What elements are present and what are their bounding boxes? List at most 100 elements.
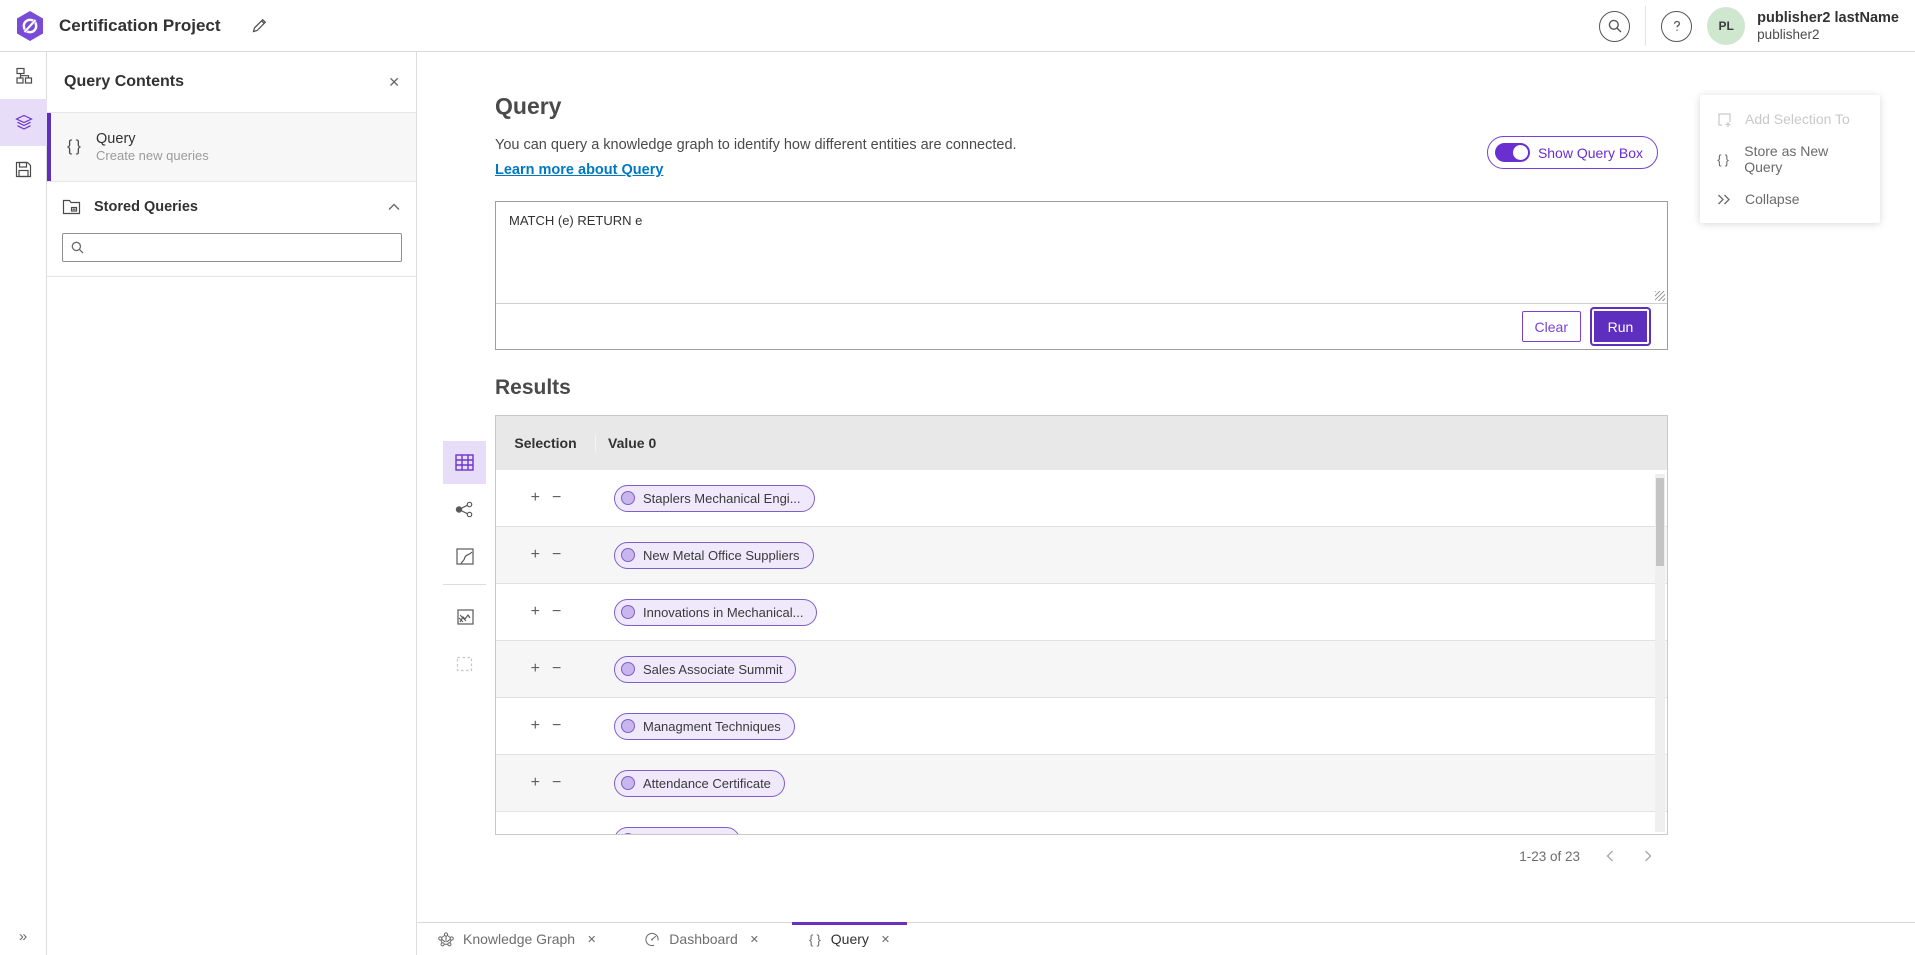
- search-icon: [1608, 19, 1622, 33]
- learn-more-link[interactable]: Learn more about Query: [495, 162, 663, 178]
- user-full-name: publisher2 lastName: [1757, 10, 1899, 27]
- search-input[interactable]: [90, 234, 401, 261]
- entity-icon: [621, 605, 635, 619]
- braces-icon: { }: [67, 138, 82, 156]
- add-selection-to-item: Add Selection To: [1700, 99, 1880, 139]
- tab-query[interactable]: { } Query ✕: [792, 923, 907, 955]
- query-box: MATCH (e) RETURN e Clear Run: [495, 201, 1668, 350]
- results-title: Results: [495, 376, 1668, 400]
- add-to-selection-button[interactable]: +: [531, 547, 540, 563]
- tab-label: Knowledge Graph: [463, 931, 575, 947]
- pagination-label: 1-23 of 23: [1519, 849, 1580, 864]
- entity-icon: [621, 719, 635, 733]
- user-menu[interactable]: publisher2 lastName publisher2: [1757, 10, 1899, 42]
- store-as-new-query-item[interactable]: { } Store as New Query: [1700, 139, 1880, 179]
- entity-label: Attendance Certificate: [643, 776, 771, 791]
- pagination: 1-23 of 23: [495, 835, 1668, 877]
- panel-close-icon[interactable]: ✕: [388, 74, 400, 91]
- remove-from-selection-button[interactable]: −: [552, 775, 561, 791]
- contents-button[interactable]: [0, 99, 47, 146]
- expand-rail-button[interactable]: »: [0, 928, 47, 945]
- tab-label: Dashboard: [669, 931, 738, 947]
- entity-pill[interactable]: Innovations in Mechanical...: [614, 599, 817, 626]
- app-logo-icon[interactable]: [15, 10, 45, 42]
- add-to-selection-button[interactable]: +: [531, 718, 540, 734]
- entity-icon: [621, 833, 635, 835]
- data-model-button[interactable]: [0, 52, 47, 99]
- entity-icon: [621, 548, 635, 562]
- entity-pill[interactable]: Staplers Mechanical Engi...: [614, 485, 815, 512]
- avatar[interactable]: PL: [1707, 7, 1745, 45]
- add-to-map-button[interactable]: [443, 595, 486, 638]
- remove-from-selection-button[interactable]: −: [552, 490, 561, 506]
- scrollbar-thumb[interactable]: [1656, 478, 1664, 566]
- add-to-selection-button[interactable]: +: [531, 661, 540, 677]
- remove-from-selection-button[interactable]: −: [552, 832, 561, 835]
- stored-queries-label: Stored Queries: [94, 199, 198, 215]
- resize-handle[interactable]: [1655, 291, 1665, 301]
- tab-knowledge-graph[interactable]: Knowledge Graph ✕: [421, 923, 613, 955]
- double-chevron-right-icon: [1715, 194, 1733, 205]
- data-model-icon: [15, 67, 33, 85]
- add-to-selection-button[interactable]: +: [531, 832, 540, 835]
- add-to-selection-button[interactable]: +: [531, 775, 540, 791]
- query-item-title: Query: [96, 130, 209, 148]
- close-tab-icon[interactable]: ✕: [750, 933, 759, 946]
- add-selection-icon: [1715, 112, 1733, 127]
- tab-label: Query: [831, 931, 869, 947]
- edit-title-icon[interactable]: [251, 18, 267, 34]
- remove-from-selection-button[interactable]: −: [552, 661, 561, 677]
- previous-page-button[interactable]: [1602, 848, 1618, 864]
- toolbar-separator: [443, 584, 486, 585]
- stored-queries-search[interactable]: [62, 233, 402, 262]
- search-button[interactable]: [1599, 11, 1630, 42]
- table-icon: [455, 454, 474, 471]
- entity-pill[interactable]: Finished Titles: [614, 827, 740, 836]
- table-row: + − Staplers Mechanical Engi...: [496, 470, 1667, 527]
- dashed-selection-icon: [456, 656, 473, 672]
- close-tab-icon[interactable]: ✕: [881, 933, 890, 946]
- stored-queries-header[interactable]: Stored Queries: [47, 182, 416, 231]
- collapse-item[interactable]: Collapse: [1700, 179, 1880, 219]
- query-editor[interactable]: MATCH (e) RETURN e: [496, 202, 1667, 303]
- entity-label: Innovations in Mechanical...: [643, 605, 803, 620]
- user-username: publisher2: [1757, 27, 1899, 43]
- table-row: + − Innovations in Mechanical...: [496, 584, 1667, 641]
- entity-icon: [621, 662, 635, 676]
- search-icon: [71, 241, 84, 254]
- chevron-right-icon: [1644, 850, 1652, 862]
- entity-pill[interactable]: Managment Techniques: [614, 713, 795, 740]
- save-button[interactable]: [0, 146, 47, 193]
- close-tab-icon[interactable]: ✕: [587, 933, 596, 946]
- braces-icon: { }: [809, 932, 822, 947]
- entity-pill[interactable]: New Metal Office Suppliers: [614, 542, 814, 569]
- link-chart-view-button[interactable]: [443, 488, 486, 531]
- results-view-toolbar: [443, 441, 486, 689]
- panel-divider: [47, 276, 416, 277]
- clear-button[interactable]: Clear: [1522, 311, 1581, 342]
- query-description: You can query a knowledge graph to ident…: [495, 137, 1668, 153]
- remove-from-selection-button[interactable]: −: [552, 718, 561, 734]
- help-button[interactable]: [1661, 11, 1692, 42]
- add-to-selection-button[interactable]: +: [531, 490, 540, 506]
- chevron-up-icon[interactable]: [388, 203, 400, 211]
- entity-pill[interactable]: Sales Associate Summit: [614, 656, 796, 683]
- link-chart-icon: [455, 501, 474, 518]
- map-view-button[interactable]: [443, 535, 486, 578]
- entity-label: Managment Techniques: [643, 719, 781, 734]
- tab-dashboard[interactable]: Dashboard ✕: [627, 923, 776, 955]
- table-scrollbar[interactable]: [1655, 474, 1665, 832]
- query-contents-panel: Query Contents ✕ { } Query Create new qu…: [47, 52, 417, 955]
- add-to-selection-button[interactable]: +: [531, 604, 540, 620]
- table-view-button[interactable]: [443, 441, 486, 484]
- query-item[interactable]: { } Query Create new queries: [47, 113, 416, 182]
- results-table: Selection Value 0 + − Staplers Mechanica…: [495, 415, 1668, 835]
- remove-from-selection-button[interactable]: −: [552, 604, 561, 620]
- entity-pill[interactable]: Attendance Certificate: [614, 770, 785, 797]
- left-icon-rail: »: [0, 52, 47, 955]
- table-row: + − Sales Associate Summit: [496, 641, 1667, 698]
- remove-from-selection-button[interactable]: −: [552, 547, 561, 563]
- run-button[interactable]: Run: [1592, 309, 1649, 344]
- knowledge-graph-icon: [438, 932, 454, 947]
- next-page-button[interactable]: [1640, 848, 1656, 864]
